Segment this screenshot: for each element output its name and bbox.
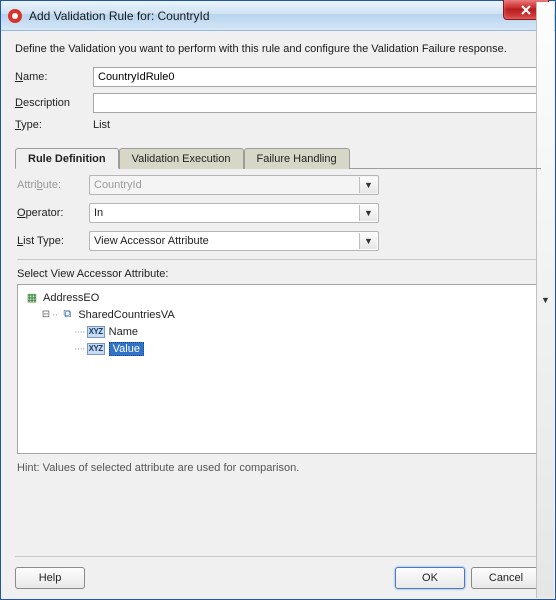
- type-label: Type:: [15, 119, 93, 131]
- ok-button[interactable]: OK: [395, 567, 465, 589]
- description-label: Description: [15, 97, 93, 109]
- tree-node-label: SharedCountriesVA: [78, 309, 174, 321]
- dialog-footer: Help OK Cancel: [15, 556, 541, 589]
- attribute-label: Attribute:: [17, 179, 89, 191]
- list-type-select[interactable]: View Accessor Attribute ▼: [89, 231, 379, 251]
- operator-label: Operator:: [17, 207, 89, 219]
- app-icon: [7, 8, 23, 24]
- row-list-type: List Type: View Accessor Attribute ▼: [17, 231, 539, 251]
- row-type: Type: List ▼: [15, 119, 541, 131]
- tab-validation-execution[interactable]: Validation Execution: [119, 148, 244, 169]
- tabstrip: Rule Definition Validation Execution Fai…: [15, 147, 541, 169]
- attribute-icon: XYZ: [87, 326, 105, 338]
- tree-node-attr-value[interactable]: ···· XYZ Value: [24, 340, 532, 357]
- collapse-icon[interactable]: ⊟: [40, 309, 52, 320]
- operator-select[interactable]: In ▼: [89, 203, 379, 223]
- name-label: Name:: [15, 71, 93, 83]
- tab-failure-handling[interactable]: Failure Handling: [244, 148, 350, 169]
- tree-node-label-selected: Value: [109, 342, 144, 356]
- chevron-down-icon: ▼: [359, 233, 377, 249]
- entity-icon: ▦: [24, 291, 40, 305]
- list-type-select-value: View Accessor Attribute: [94, 235, 209, 247]
- view-accessor-icon: ⧉: [59, 308, 75, 322]
- tree-node-label: AddressEO: [43, 292, 99, 304]
- type-select-value: List: [93, 119, 110, 131]
- dialog-body: Define the Validation you want to perfor…: [1, 31, 555, 599]
- accessor-tree[interactable]: ▦ AddressEO ⊟ ·· ⧉ SharedCountriesVA ···…: [17, 284, 539, 454]
- tree-node-va[interactable]: ⊟ ·· ⧉ SharedCountriesVA: [24, 306, 532, 323]
- row-operator: Operator: In ▼: [17, 203, 539, 223]
- type-select[interactable]: List ▼: [93, 119, 541, 131]
- row-attribute: Attribute: CountryId ▼: [17, 175, 539, 195]
- window-title: Add Validation Rule for: CountryId: [29, 9, 210, 23]
- hint-text: Hint: Values of selected attribute are u…: [17, 462, 539, 474]
- cancel-button[interactable]: Cancel: [471, 567, 541, 589]
- row-name: Name:: [15, 67, 541, 87]
- row-description: Description: [15, 93, 541, 113]
- attribute-icon: XYZ: [87, 343, 105, 355]
- tree-node-attr-name[interactable]: ···· XYZ Name: [24, 323, 532, 340]
- tree-heading: Select View Accessor Attribute:: [17, 268, 539, 280]
- dialog-window: Add Validation Rule for: CountryId Defin…: [0, 0, 556, 600]
- chevron-down-icon: ▼: [536, 2, 554, 598]
- tab-rule-definition[interactable]: Rule Definition: [15, 148, 119, 169]
- list-type-label: List Type:: [17, 235, 89, 247]
- divider: [17, 259, 539, 260]
- close-icon: [521, 5, 531, 15]
- chevron-down-icon: ▼: [359, 205, 377, 221]
- help-button[interactable]: Help: [15, 567, 85, 589]
- dialog-description: Define the Validation you want to perfor…: [15, 43, 541, 55]
- titlebar: Add Validation Rule for: CountryId: [1, 1, 555, 31]
- operator-select-value: In: [94, 207, 103, 219]
- description-input[interactable]: [93, 93, 541, 113]
- attribute-select: CountryId ▼: [89, 175, 379, 195]
- tree-node-label: Name: [109, 326, 138, 338]
- name-input[interactable]: [93, 67, 541, 87]
- attribute-select-value: CountryId: [94, 179, 142, 191]
- tree-node-root[interactable]: ▦ AddressEO: [24, 289, 532, 306]
- tab-panel-rule-definition: Attribute: CountryId ▼ Operator: In ▼ Li…: [15, 169, 541, 474]
- chevron-down-icon: ▼: [359, 177, 377, 193]
